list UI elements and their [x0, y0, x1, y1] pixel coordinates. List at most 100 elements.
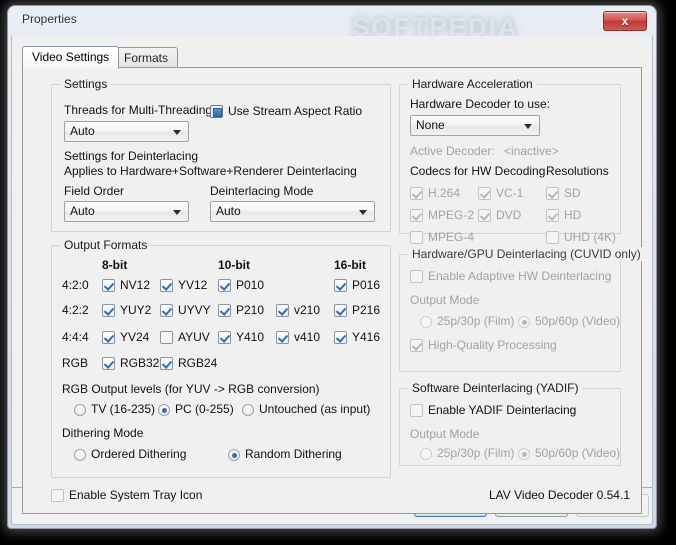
checkbox-box [210, 105, 223, 118]
format-label: YV24 [120, 330, 150, 344]
row-label-rgb: RGB [62, 356, 89, 370]
format-label: Y416 [352, 330, 381, 344]
tab-formats[interactable]: Formats [114, 47, 179, 68]
column-header-10bit: 10-bit [218, 258, 251, 272]
format-label: UYVY [178, 303, 211, 317]
checkbox-box [410, 339, 423, 352]
resolutions-header: Resolutions [546, 164, 609, 178]
checkbox-box [334, 304, 347, 317]
codec-label: DVD [496, 208, 522, 222]
checkbox-box [276, 304, 289, 317]
resolution-label: SD [564, 186, 581, 200]
hardware-decoder-value: None [416, 118, 445, 132]
dithering-mode-label: Dithering Mode [62, 426, 144, 440]
checkbox-box [410, 209, 423, 222]
threads-combobox[interactable]: Auto [64, 121, 189, 142]
field-order-value: Auto [70, 204, 95, 218]
deinterlacing-settings-label: Settings for Deinterlacing [64, 149, 199, 163]
enable-adaptive-hw-deinterlacing-label: Enable Adaptive HW Deinterlacing [428, 269, 612, 283]
radio-dot [420, 448, 432, 460]
output-formats-group-label: Output Formats [60, 238, 152, 252]
radio-dot [74, 404, 86, 416]
resolution-label: HD [564, 208, 582, 222]
radio-dot [158, 404, 170, 416]
format-label: Y410 [236, 330, 265, 344]
yadif-output-mode-label: Output Mode [410, 427, 480, 441]
radio-label: 25p/30p (Film) [437, 314, 515, 328]
tab-video-settings[interactable]: Video Settings [22, 46, 120, 69]
radio-label: Untouched (as input) [259, 402, 371, 416]
codec-label: MPEG-2 [428, 208, 475, 222]
close-button[interactable]: x [603, 11, 647, 31]
tab-page-video-settings: Settings Threads for Multi-Threading Aut… [22, 67, 645, 514]
deinterlacing-mode-combobox[interactable]: Auto [210, 201, 375, 222]
hardware-acceleration-group: Hardware Acceleration Hardware Decoder t… [399, 77, 621, 244]
radio-label: 50p/60p (Video) [535, 446, 621, 460]
checkbox-box [546, 209, 559, 222]
checkbox-box [102, 357, 115, 370]
active-decoder-value: <inactive> [504, 144, 559, 158]
yadif-deinterlacing-group: Software Deinterlacing (YADIF) Enable YA… [399, 381, 621, 466]
column-header-16bit: 16-bit [334, 258, 367, 272]
title-bar: SOFTPEDIA Properties x [8, 6, 656, 36]
deinterlacing-mode-label: Deinterlacing Mode [210, 184, 314, 198]
window-title: Properties [22, 12, 77, 26]
codec-label: H.264 [428, 186, 461, 200]
chevron-down-icon [173, 130, 181, 135]
hardware-acceleration-group-label: Hardware Acceleration [408, 77, 537, 91]
radio-dot [74, 449, 86, 461]
chevron-down-icon [173, 210, 181, 215]
checkbox-box [160, 304, 173, 317]
checkbox-box [410, 270, 423, 283]
format-label: RGB32 [120, 356, 160, 370]
checkbox-box [102, 279, 115, 292]
format-label: RGB24 [178, 356, 218, 370]
enable-yadif-deinterlacing-label: Enable YADIF Deinterlacing [428, 403, 577, 417]
enable-system-tray-icon-label: Enable System Tray Icon [69, 488, 203, 502]
format-label: P216 [352, 303, 381, 317]
checkbox-box [276, 331, 289, 344]
radio-label: 50p/60p (Video) [535, 314, 621, 328]
checkbox-box [218, 304, 231, 317]
yadif-group-label: Software Deinterlacing (YADIF) [408, 381, 583, 395]
radio-label: PC (0-255) [175, 402, 234, 416]
checkbox-box [160, 279, 173, 292]
checkbox-box [546, 231, 559, 244]
field-order-label: Field Order [64, 184, 125, 198]
format-label: P016 [352, 278, 381, 292]
output-formats-group: Output Formats 8-bit 10-bit 16-bit 4:2:0… [51, 238, 391, 478]
checkbox-box [102, 331, 115, 344]
rgb-output-levels-label: RGB Output levels (for YUV -> RGB conver… [62, 382, 320, 396]
deinterlacing-settings-sublabel: Applies to Hardware+Software+Renderer De… [64, 164, 357, 178]
format-label: v210 [294, 303, 321, 317]
format-label: P010 [236, 278, 265, 292]
properties-window: SOFTPEDIA Properties x SOFTPEDIA www.sof… [8, 6, 656, 528]
format-label: v410 [294, 330, 321, 344]
hardware-decoder-combobox[interactable]: None [410, 115, 540, 136]
hardware-decoder-label: Hardware Decoder to use: [410, 97, 551, 111]
format-label: NV12 [120, 278, 151, 292]
settings-group-label: Settings [60, 77, 112, 91]
checkbox-box [410, 187, 423, 200]
deinterlacing-mode-value: Auto [216, 204, 241, 218]
checkbox-box [478, 187, 491, 200]
radio-label: TV (16-235) [91, 402, 156, 416]
version-text: LAV Video Decoder 0.54.1 [489, 488, 630, 502]
use-stream-aspect-ratio-label: Use Stream Aspect Ratio [228, 104, 363, 118]
field-order-combobox[interactable]: Auto [64, 201, 189, 222]
column-header-8bit: 8-bit [102, 258, 128, 272]
cuvid-group-label: Hardware/GPU Deinterlacing (CUVID only) [408, 247, 645, 261]
screen: SOFTPEDIA Properties x SOFTPEDIA www.sof… [0, 0, 676, 545]
checkbox-box [334, 279, 347, 292]
chevron-down-icon [524, 124, 532, 129]
format-label: YV12 [178, 278, 208, 292]
checkbox-box [410, 404, 423, 417]
row-label-420: 4:2:0 [62, 278, 89, 292]
format-label: P210 [236, 303, 265, 317]
watermark-top: SOFTPEDIA [352, 12, 519, 36]
radio-label: Random Dithering [245, 447, 342, 461]
checkbox-box [51, 489, 64, 502]
threads-combobox-value: Auto [70, 124, 95, 138]
checkbox-box [218, 331, 231, 344]
cuvid-deinterlacing-group: Hardware/GPU Deinterlacing (CUVID only) … [399, 247, 645, 372]
